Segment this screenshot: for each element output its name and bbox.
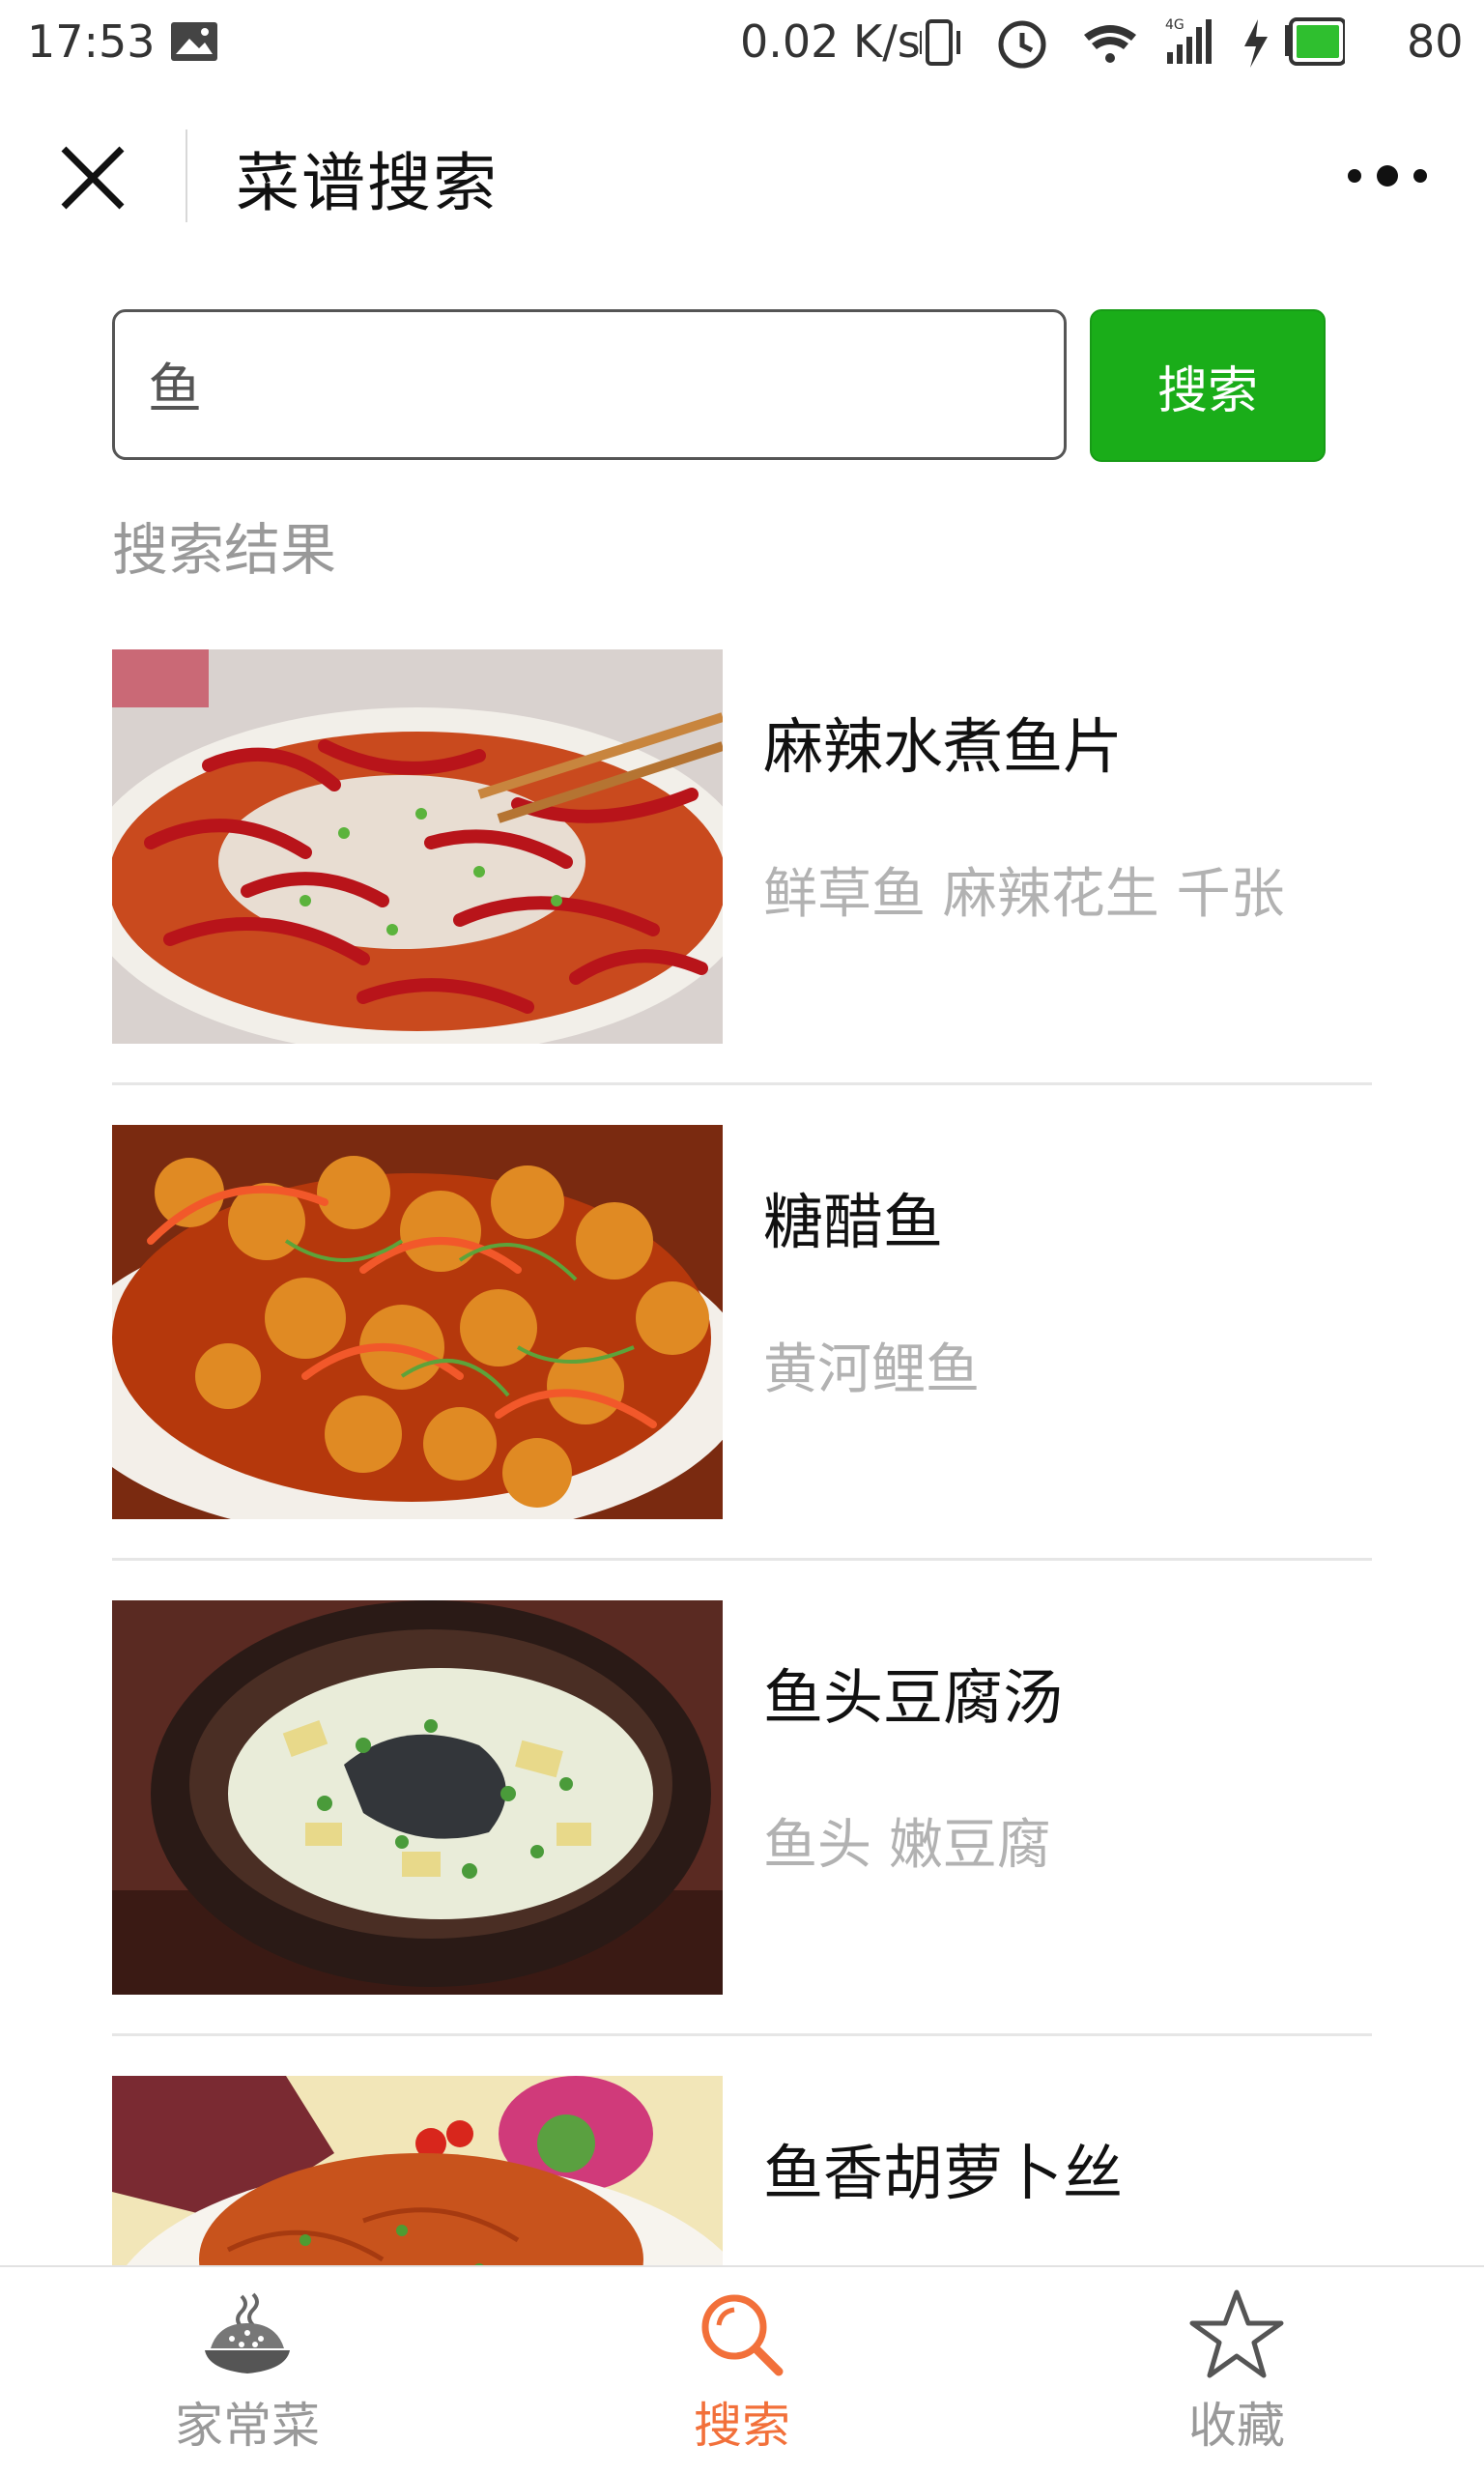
tab-bar: 家常菜 搜索 收藏 [0, 2265, 1484, 2474]
dish-title: 鱼头豆腐汤 [763, 1662, 1064, 1733]
dish-ingredients: 鱼头 嫩豆腐 [763, 1814, 1051, 1877]
charging-icon [1244, 19, 1268, 68]
title-divider [186, 129, 187, 222]
result-item[interactable]: 鱼头豆腐汤 鱼头 嫩豆腐 [112, 1600, 1372, 1995]
search-button[interactable]: 搜索 [1090, 309, 1326, 462]
search-input[interactable] [112, 309, 1067, 460]
tab-home-dishes[interactable]: 家常菜 [102, 2267, 392, 2474]
status-icons-group: 4G [920, 17, 1345, 69]
image-notification-icon [171, 22, 217, 61]
result-item[interactable]: 麻辣水煮鱼片 鲜草鱼 麻辣花生 千张 [112, 649, 1372, 1044]
battery-percent: 80 [1407, 15, 1464, 68]
results-heading: 搜索结果 [112, 517, 337, 583]
dish-ingredients: 鲜草鱼 麻辣花生 千张 [763, 863, 1285, 926]
dish-ingredients: 黄河鲤鱼 [763, 1338, 980, 1401]
title-bar: 菜谱搜索 [0, 87, 1484, 267]
result-item[interactable]: 糖醋鱼 黄河鲤鱼 [112, 1125, 1372, 1519]
dish-image [112, 1600, 723, 1995]
battery-icon [1285, 17, 1345, 66]
status-time: 17:53 [27, 15, 156, 68]
dish-title: 麻辣水煮鱼片 [763, 711, 1124, 782]
screen: 17:53 0.02 K/s 4G 80 菜谱搜索 鱼 搜索 搜索结果 麻辣水煮… [0, 0, 1484, 2474]
list-divider [112, 2033, 1372, 2036]
tab-label: 收藏 [1188, 2398, 1285, 2454]
tab-label: 家常菜 [175, 2398, 320, 2454]
star-icon [1189, 2289, 1284, 2378]
list-divider [112, 1082, 1372, 1085]
list-divider [112, 1558, 1372, 1561]
dish-title: 鱼香胡萝卜丝 [763, 2138, 1124, 2208]
dish-image [112, 1125, 723, 1519]
tab-favorites[interactable]: 收藏 [1092, 2267, 1382, 2474]
svg-text:4G: 4G [1165, 17, 1184, 33]
close-icon[interactable] [58, 143, 128, 213]
more-options-icon[interactable] [1343, 155, 1432, 197]
rice-bowl-icon [205, 2292, 290, 2373]
signal-4g-icon: 4G [1165, 17, 1212, 64]
tab-label: 搜索 [694, 2398, 790, 2454]
tab-search[interactable]: 搜索 [597, 2267, 887, 2474]
dish-image [112, 649, 723, 1044]
alarm-icon [998, 20, 1046, 69]
page-title: 菜谱搜索 [236, 146, 499, 220]
search-icon [701, 2294, 784, 2376]
dish-title: 糖醋鱼 [763, 1187, 944, 1257]
network-speed: 0.02 K/s [740, 15, 921, 68]
vibrate-icon [920, 19, 960, 66]
status-bar: 17:53 0.02 K/s 4G 80 [0, 0, 1484, 87]
wifi-icon [1084, 25, 1136, 63]
